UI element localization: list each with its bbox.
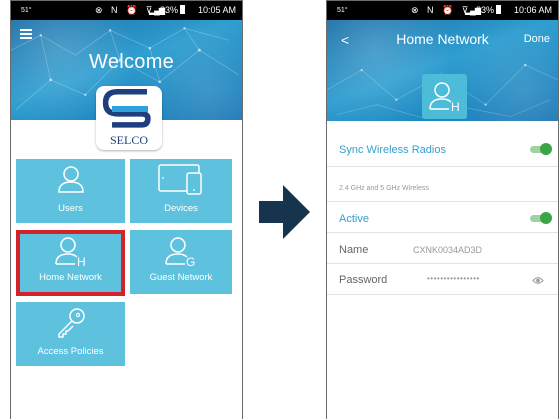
phone-screen-home: 51° ⊗ N ⏰ ⊽ ▂▄▆ 83% 10:05 AM Welcome SEL…: [10, 0, 243, 419]
svg-text:H: H: [451, 100, 460, 114]
status-bar: 51° ⊗ N ⏰ ⊽ ▂▄▆ 83% 10:05 AM: [11, 1, 242, 20]
done-button[interactable]: Done: [524, 33, 550, 45]
divider: [327, 166, 558, 167]
home-network-badge: H: [422, 74, 467, 119]
tile-label: Access Policies: [37, 346, 104, 357]
status-icons: ⊗ N ⏰ ⊽: [411, 5, 472, 15]
selco-logo: SELCO: [96, 86, 162, 150]
tile-label: Users: [58, 203, 83, 214]
battery-percent: 83%: [476, 1, 502, 20]
divider: [327, 201, 558, 202]
password-value[interactable]: ••••••••••••••••: [427, 274, 480, 283]
password-label: Password: [339, 274, 388, 286]
temperature: 51°: [21, 7, 32, 14]
battery-percent: 83%: [160, 1, 186, 20]
divider: [327, 263, 558, 264]
guest-network-icon: G: [165, 237, 195, 266]
tile-label: Devices: [164, 203, 198, 214]
sync-wireless-label: Sync Wireless Radios: [339, 144, 446, 156]
hamburger-menu-icon[interactable]: [20, 29, 32, 39]
status-bar: 51° ⊗ N ⏰ ⊽ ▂▄▆ 83% 10:06 AM: [327, 1, 558, 20]
home-network-icon: H: [429, 82, 460, 114]
name-value[interactable]: CXNK0034AD3D: [413, 245, 482, 255]
key-icon: [58, 308, 85, 338]
arrow-right-icon: [259, 185, 310, 239]
active-label: Active: [339, 213, 369, 225]
battery-icon: [180, 5, 186, 14]
tile-access-policies[interactable]: Access Policies: [16, 302, 125, 366]
tile-devices[interactable]: Devices: [130, 159, 232, 223]
devices-icon: [158, 164, 202, 195]
tile-label: Guest Network: [149, 272, 213, 283]
selection-highlight: [16, 230, 125, 296]
tile-guest-network[interactable]: G Guest Network: [130, 230, 232, 294]
tile-users[interactable]: Users: [16, 159, 125, 223]
clock: 10:06 AM: [513, 5, 552, 15]
svg-text:G: G: [186, 255, 195, 266]
battery-icon: [496, 5, 502, 14]
logo-text: SELCO: [109, 133, 148, 147]
sync-wireless-toggle[interactable]: [530, 143, 552, 155]
temperature: 51°: [337, 7, 348, 14]
divider: [327, 294, 558, 295]
clock: 10:05 AM: [197, 5, 236, 15]
phone-screen-home-network: 51° ⊗ N ⏰ ⊽ ▂▄▆ 83% 10:06 AM < Home Netw…: [326, 0, 559, 419]
welcome-heading: Welcome: [89, 51, 175, 73]
band-info: 2.4 GHz and 5 GHz Wireless: [339, 185, 429, 192]
user-icon: [58, 166, 84, 193]
show-password-eye-icon[interactable]: [532, 276, 544, 285]
divider: [327, 232, 558, 233]
name-label: Name: [339, 244, 369, 256]
active-toggle[interactable]: [530, 212, 552, 224]
status-icons: ⊗ N ⏰ ⊽: [95, 5, 156, 15]
